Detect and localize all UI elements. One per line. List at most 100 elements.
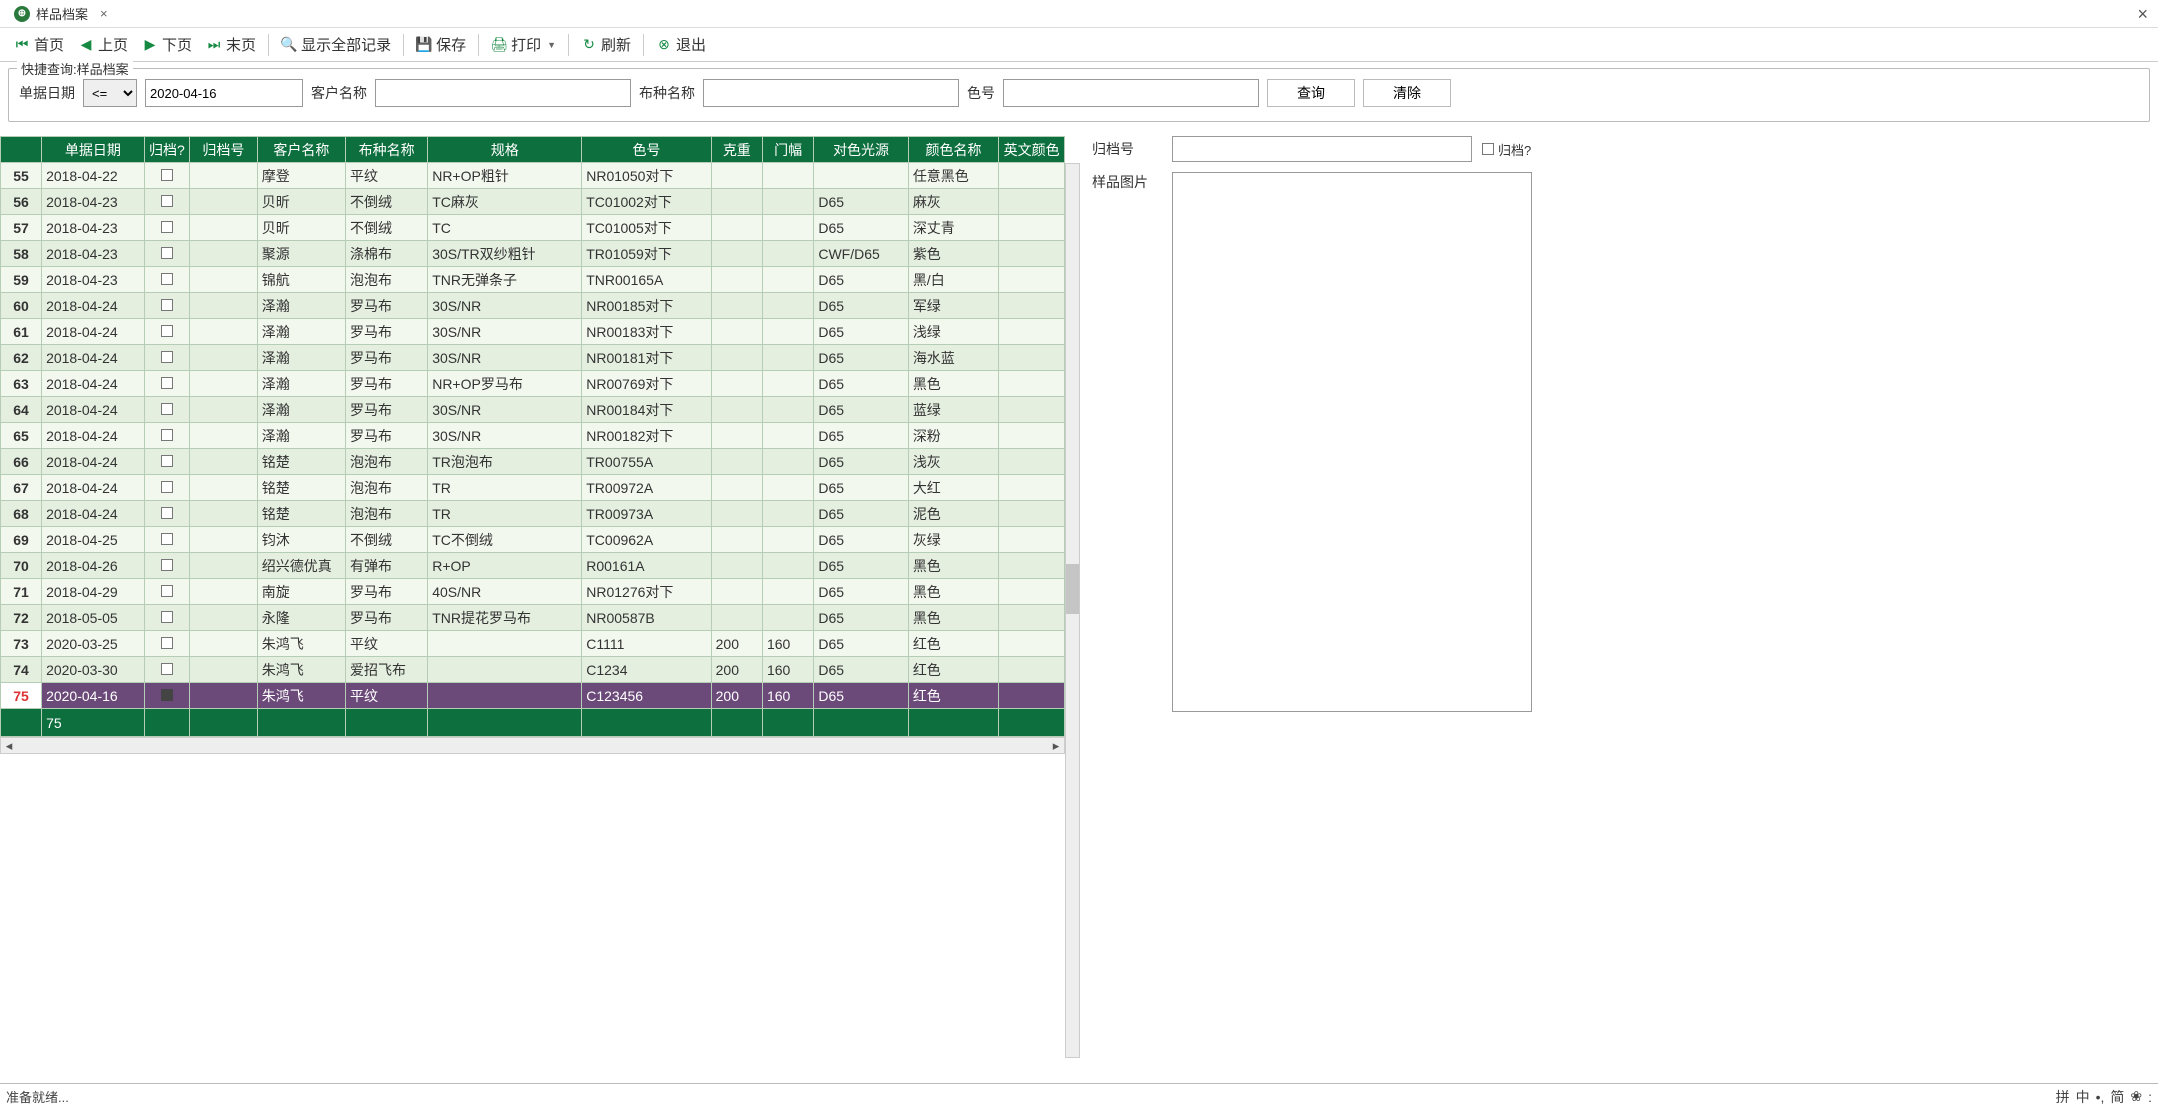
search-icon: 🔍 bbox=[281, 37, 297, 53]
table-row[interactable]: 702018-04-26绍兴德优真有弹布R+OPR00161AD65黑色 bbox=[1, 553, 1065, 579]
col-spec[interactable]: 规格 bbox=[428, 137, 582, 163]
col-fabric[interactable]: 布种名称 bbox=[346, 137, 428, 163]
col-width[interactable]: 门幅 bbox=[762, 137, 813, 163]
table-row[interactable]: 622018-04-24泽瀚罗马布30S/NRNR00181对下D65海水蓝 bbox=[1, 345, 1065, 371]
col-colorno[interactable]: 色号 bbox=[582, 137, 711, 163]
table-row[interactable]: 642018-04-24泽瀚罗马布30S/NRNR00184对下D65蓝绿 bbox=[1, 397, 1065, 423]
tab-close-icon[interactable]: × bbox=[100, 6, 108, 21]
scroll-left-icon[interactable]: ◂ bbox=[1, 738, 17, 754]
search-button[interactable]: 查询 bbox=[1267, 79, 1355, 107]
checkbox-icon[interactable] bbox=[161, 689, 173, 701]
checkbox-icon[interactable] bbox=[161, 351, 173, 363]
col-eng[interactable]: 英文颜色 bbox=[999, 137, 1065, 163]
refresh-icon: ↻ bbox=[581, 37, 597, 53]
close-window-icon[interactable]: × bbox=[2137, 4, 2148, 25]
table-row[interactable]: 732020-03-25朱鸿飞平纹C1111200160D65红色 bbox=[1, 631, 1065, 657]
col-date[interactable]: 单据日期 bbox=[42, 137, 145, 163]
table-row[interactable]: 672018-04-24铭楚泡泡布TRTR00972AD65大红 bbox=[1, 475, 1065, 501]
archno-input[interactable] bbox=[1172, 136, 1472, 162]
statusbar: 准备就绪... 拼 中 •, 简 ❀ : bbox=[0, 1083, 2158, 1109]
table-row[interactable]: 652018-04-24泽瀚罗马布30S/NRNR00182对下D65深粉 bbox=[1, 423, 1065, 449]
table-row[interactable]: 752020-04-16朱鸿飞平纹C123456200160D65红色 bbox=[1, 683, 1065, 709]
checkbox-icon[interactable] bbox=[161, 377, 173, 389]
prev-label: 上页 bbox=[98, 34, 128, 55]
checkbox-icon[interactable] bbox=[161, 637, 173, 649]
clear-button[interactable]: 清除 bbox=[1363, 79, 1451, 107]
tab-sample-archive[interactable]: ⊕ 样品档案 × bbox=[6, 2, 116, 25]
col-colorname[interactable]: 颜色名称 bbox=[908, 137, 998, 163]
scroll-thumb[interactable] bbox=[1066, 564, 1079, 614]
checkbox-icon[interactable] bbox=[161, 559, 173, 571]
first-label: 首页 bbox=[34, 34, 64, 55]
col-arch[interactable]: 归档? bbox=[144, 137, 189, 163]
chevron-down-icon[interactable]: ▼ bbox=[547, 40, 556, 50]
checkbox-icon[interactable] bbox=[161, 507, 173, 519]
status-text: 准备就绪... bbox=[6, 1087, 69, 1106]
cust-input[interactable] bbox=[375, 79, 631, 107]
save-button[interactable]: 💾保存 bbox=[410, 31, 472, 58]
cust-label: 客户名称 bbox=[311, 83, 367, 103]
arch-checkbox[interactable]: 归档? bbox=[1482, 140, 1531, 159]
checkbox-icon[interactable] bbox=[161, 195, 173, 207]
table-row[interactable]: 742020-03-30朱鸿飞爱招飞布C1234200160D65红色 bbox=[1, 657, 1065, 683]
checkbox-icon[interactable] bbox=[161, 247, 173, 259]
prev-icon: ◀ bbox=[78, 37, 94, 53]
refresh-button[interactable]: ↻刷新 bbox=[575, 31, 637, 58]
checkbox-icon[interactable] bbox=[161, 455, 173, 467]
checkbox-icon[interactable] bbox=[161, 169, 173, 181]
checkbox-icon[interactable] bbox=[161, 533, 173, 545]
table-row[interactable]: 552018-04-22摩登平纹NR+OP粗针NR01050对下任意黑色 bbox=[1, 163, 1065, 189]
arch-label: 归档? bbox=[1498, 140, 1531, 159]
first-page-button[interactable]: ⏮首页 bbox=[8, 31, 70, 58]
header-row: 单据日期 归档? 归档号 客户名称 布种名称 规格 色号 克重 门幅 对色光源 … bbox=[1, 137, 1065, 163]
col-rownum[interactable] bbox=[1, 137, 42, 163]
color-input[interactable] bbox=[1003, 79, 1259, 107]
col-cust[interactable]: 客户名称 bbox=[257, 137, 345, 163]
checkbox-icon[interactable] bbox=[161, 585, 173, 597]
exit-button[interactable]: ⊗退出 bbox=[650, 31, 712, 58]
scrollbar-horizontal[interactable]: ◂ ▸ bbox=[0, 737, 1065, 754]
checkbox-icon[interactable] bbox=[161, 221, 173, 233]
table-row[interactable]: 692018-04-25钧沐不倒绒TC不倒绒TC00962AD65灰绿 bbox=[1, 527, 1065, 553]
checkbox-icon[interactable] bbox=[161, 663, 173, 675]
col-weight[interactable]: 克重 bbox=[711, 137, 762, 163]
table-row[interactable]: 572018-04-23贝昕不倒绒TCTC01005对下D65深丈青 bbox=[1, 215, 1065, 241]
next-page-button[interactable]: ▶下页 bbox=[136, 31, 198, 58]
date-op-select[interactable]: <= bbox=[83, 79, 137, 107]
table-row[interactable]: 562018-04-23贝昕不倒绒TC麻灰TC01002对下D65麻灰 bbox=[1, 189, 1065, 215]
col-archno[interactable]: 归档号 bbox=[189, 137, 257, 163]
date-input[interactable] bbox=[145, 79, 303, 107]
table-row[interactable]: 712018-04-29南旋罗马布40S/NRNR01276对下D65黑色 bbox=[1, 579, 1065, 605]
last-page-button[interactable]: ⏭末页 bbox=[200, 31, 262, 58]
fabric-input[interactable] bbox=[703, 79, 959, 107]
print-icon: 🖨 bbox=[491, 37, 507, 53]
table-row[interactable]: 592018-04-23锦航泡泡布TNR无弹条子TNR00165AD65黑/白 bbox=[1, 267, 1065, 293]
titlebar: ⊕ 样品档案 × × bbox=[0, 0, 2158, 28]
save-label: 保存 bbox=[436, 34, 466, 55]
table-row[interactable]: 602018-04-24泽瀚罗马布30S/NRNR00185对下D65军绿 bbox=[1, 293, 1065, 319]
table-row[interactable]: 612018-04-24泽瀚罗马布30S/NRNR00183对下D65浅绿 bbox=[1, 319, 1065, 345]
checkbox-icon[interactable] bbox=[161, 325, 173, 337]
sample-image-box[interactable] bbox=[1172, 172, 1532, 712]
table-row[interactable]: 632018-04-24泽瀚罗马布NR+OP罗马布NR00769对下D65黑色 bbox=[1, 371, 1065, 397]
checkbox-icon[interactable] bbox=[161, 611, 173, 623]
next-label: 下页 bbox=[162, 34, 192, 55]
col-light[interactable]: 对色光源 bbox=[814, 137, 908, 163]
checkbox-icon[interactable] bbox=[161, 273, 173, 285]
ime-indicator[interactable]: 拼 中 •, 简 ❀ : bbox=[2056, 1087, 2152, 1107]
scroll-right-icon[interactable]: ▸ bbox=[1048, 738, 1064, 754]
prev-page-button[interactable]: ◀上页 bbox=[72, 31, 134, 58]
checkbox-icon[interactable] bbox=[161, 299, 173, 311]
scrollbar-vertical[interactable] bbox=[1065, 163, 1080, 1058]
table-row[interactable]: 682018-04-24铭楚泡泡布TRTR00973AD65泥色 bbox=[1, 501, 1065, 527]
print-button[interactable]: 🖨打印▼ bbox=[485, 31, 562, 58]
table-row[interactable]: 662018-04-24铭楚泡泡布TR泡泡布TR00755AD65浅灰 bbox=[1, 449, 1065, 475]
table-row[interactable]: 722018-05-05永隆罗马布TNR提花罗马布NR00587BD65黑色 bbox=[1, 605, 1065, 631]
checkbox-icon[interactable] bbox=[161, 481, 173, 493]
last-label: 末页 bbox=[226, 34, 256, 55]
summary-row: 75 bbox=[1, 709, 1065, 737]
checkbox-icon[interactable] bbox=[161, 403, 173, 415]
show-all-button[interactable]: 🔍显示全部记录 bbox=[275, 31, 397, 58]
checkbox-icon[interactable] bbox=[161, 429, 173, 441]
table-row[interactable]: 582018-04-23聚源涤棉布30S/TR双纱粗针TR01059对下CWF/… bbox=[1, 241, 1065, 267]
